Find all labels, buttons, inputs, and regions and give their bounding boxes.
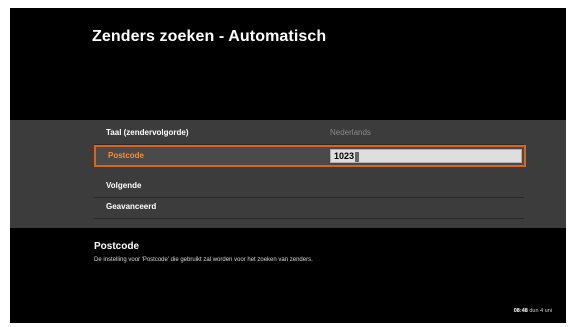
postcode-input[interactable]: 1023 xyxy=(330,149,522,163)
tv-screen: Zenders zoeken - Automatisch Taal (zende… xyxy=(10,8,566,323)
row-geavanceerd[interactable]: Geavanceerd xyxy=(94,198,524,219)
row-taal[interactable]: Taal (zendervolgorde) Nederlands xyxy=(94,124,524,145)
info-area: Postcode De instelling voor 'Postcode' d… xyxy=(10,228,566,323)
row-volgende-label: Volgende xyxy=(106,181,142,190)
row-postcode-label: Postcode xyxy=(108,151,145,160)
info-title: Postcode xyxy=(94,241,140,252)
row-volgende[interactable]: Volgende xyxy=(94,177,524,198)
row-taal-label: Taal (zendervolgorde) xyxy=(106,128,189,137)
row-postcode[interactable]: Postcode 1023 xyxy=(94,145,526,167)
clock-suffix: dun 4 uni xyxy=(529,308,552,314)
info-description: De instelling voor 'Postcode' die gebrui… xyxy=(94,257,313,263)
row-taal-value: Nederlands xyxy=(330,128,371,137)
status-clock: 08:48 dun 4 uni xyxy=(514,308,552,314)
postcode-input-value: 1023 xyxy=(334,151,360,162)
settings-panel: Taal (zendervolgorde) Nederlands Postcod… xyxy=(10,120,566,228)
row-geavanceerd-label: Geavanceerd xyxy=(106,202,157,211)
clock-time: 08:48 xyxy=(513,308,528,314)
page-title: Zenders zoeken - Automatisch xyxy=(92,28,327,45)
text-caret xyxy=(355,151,360,162)
